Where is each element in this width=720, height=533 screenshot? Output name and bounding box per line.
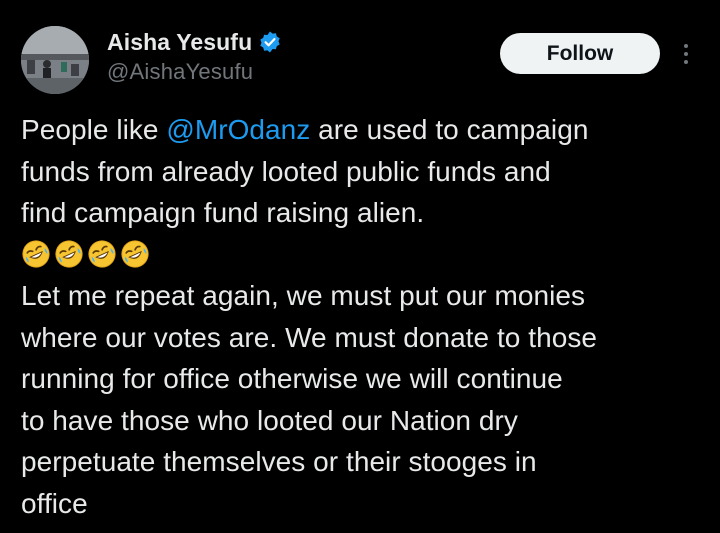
tweet-line-9: office bbox=[21, 487, 88, 519]
tweet-line-4: Let me repeat again, we must put our mon… bbox=[21, 280, 586, 311]
more-options-icon[interactable] bbox=[676, 38, 696, 70]
emoji-row bbox=[21, 234, 711, 276]
tweet-line-8: perpetuate themselves or their stooges i… bbox=[21, 446, 537, 477]
rolling-laughing-emoji-icon bbox=[121, 240, 149, 268]
author-display-name[interactable]: Aisha Yesufu bbox=[107, 29, 252, 56]
avatar-photo-icon bbox=[21, 26, 89, 94]
avatar[interactable] bbox=[21, 26, 89, 94]
more-dot bbox=[684, 52, 688, 56]
mention-link[interactable]: @MrOdanz bbox=[166, 114, 310, 145]
tweet-line-6: running for office otherwise we will con… bbox=[21, 363, 563, 394]
author-info: Aisha Yesufu @AishaYesufu bbox=[107, 27, 282, 85]
verified-badge-icon bbox=[258, 30, 282, 54]
tweet-line-5: where our votes are. We must donate to t… bbox=[21, 321, 597, 353]
tweet-line-2: funds from already looted public funds a… bbox=[21, 155, 551, 187]
tweet-line-1: People like @MrOdanz are used to campaig… bbox=[21, 109, 711, 151]
rolling-laughing-emoji-icon bbox=[88, 240, 116, 268]
tweet-line-3: find campaign fund raising alien. bbox=[21, 197, 425, 228]
tweet-card: Aisha Yesufu @AishaYesufu Follow People … bbox=[0, 0, 720, 533]
more-dot bbox=[684, 60, 688, 64]
tweet-text: People like @MrOdanz are used to campaig… bbox=[21, 109, 711, 524]
rolling-laughing-emoji-icon bbox=[22, 240, 50, 268]
more-dot bbox=[684, 44, 688, 48]
tweet-line-7: to have those who looted our Nation dry bbox=[21, 404, 518, 436]
tweet-text-segment: People like bbox=[21, 114, 167, 145]
tweet-text-segment: are used to campaign bbox=[310, 114, 589, 145]
follow-button[interactable]: Follow bbox=[500, 33, 660, 74]
author-handle[interactable]: @AishaYesufu bbox=[107, 59, 282, 85]
rolling-laughing-emoji-icon bbox=[55, 240, 83, 268]
